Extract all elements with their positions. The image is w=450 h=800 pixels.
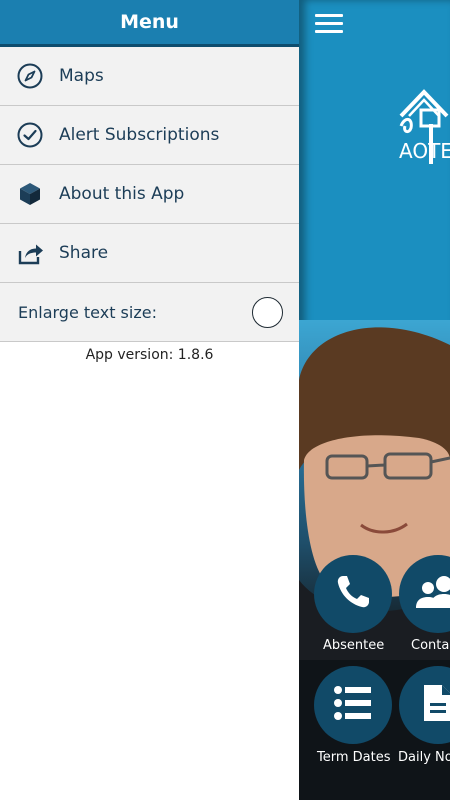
menu-item-about[interactable]: About this App [0,165,299,224]
daily-notices-label: Daily No [398,750,450,765]
menu-item-label: Maps [59,66,104,86]
menu-item-label: About this App [59,184,185,204]
term-dates-label: Term Dates [317,750,391,765]
menu-item-share[interactable]: Share [0,224,299,283]
menu-item-maps[interactable]: Maps [0,47,299,106]
drawer-header: Menu [0,0,299,47]
menu-item-label: Share [59,243,109,263]
menu-item-label: Alert Subscriptions [59,125,220,145]
hamburger-menu-icon[interactable] [315,14,343,36]
navigation-drawer: Menu Maps Alert Subscriptions About this… [0,0,299,800]
enlarge-text-row: Enlarge text size: [0,283,299,342]
contacts-label: Conta [411,638,450,653]
term-dates-button[interactable] [314,666,392,744]
enlarge-text-label: Enlarge text size: [18,302,157,322]
compass-icon [16,62,44,90]
enlarge-text-toggle[interactable] [252,296,283,328]
check-circle-icon [16,121,44,149]
logo-text: AOTE [399,139,450,163]
phone-icon [333,572,373,616]
drawer-title: Menu [120,11,179,33]
document-icon [422,683,450,727]
list-icon [333,685,373,725]
contacts-icon [416,572,450,616]
share-icon [16,239,44,267]
absentee-label: Absentee [323,638,385,653]
school-logo: AOTE [399,86,450,166]
main-screen: AOTE Absentee Conta Term Dates Daily No [299,0,450,800]
menu-item-alert-subscriptions[interactable]: Alert Subscriptions [0,106,299,165]
absentee-button[interactable] [314,555,392,633]
app-version: App version: 1.8.6 [85,347,214,363]
cube-icon [16,180,44,208]
